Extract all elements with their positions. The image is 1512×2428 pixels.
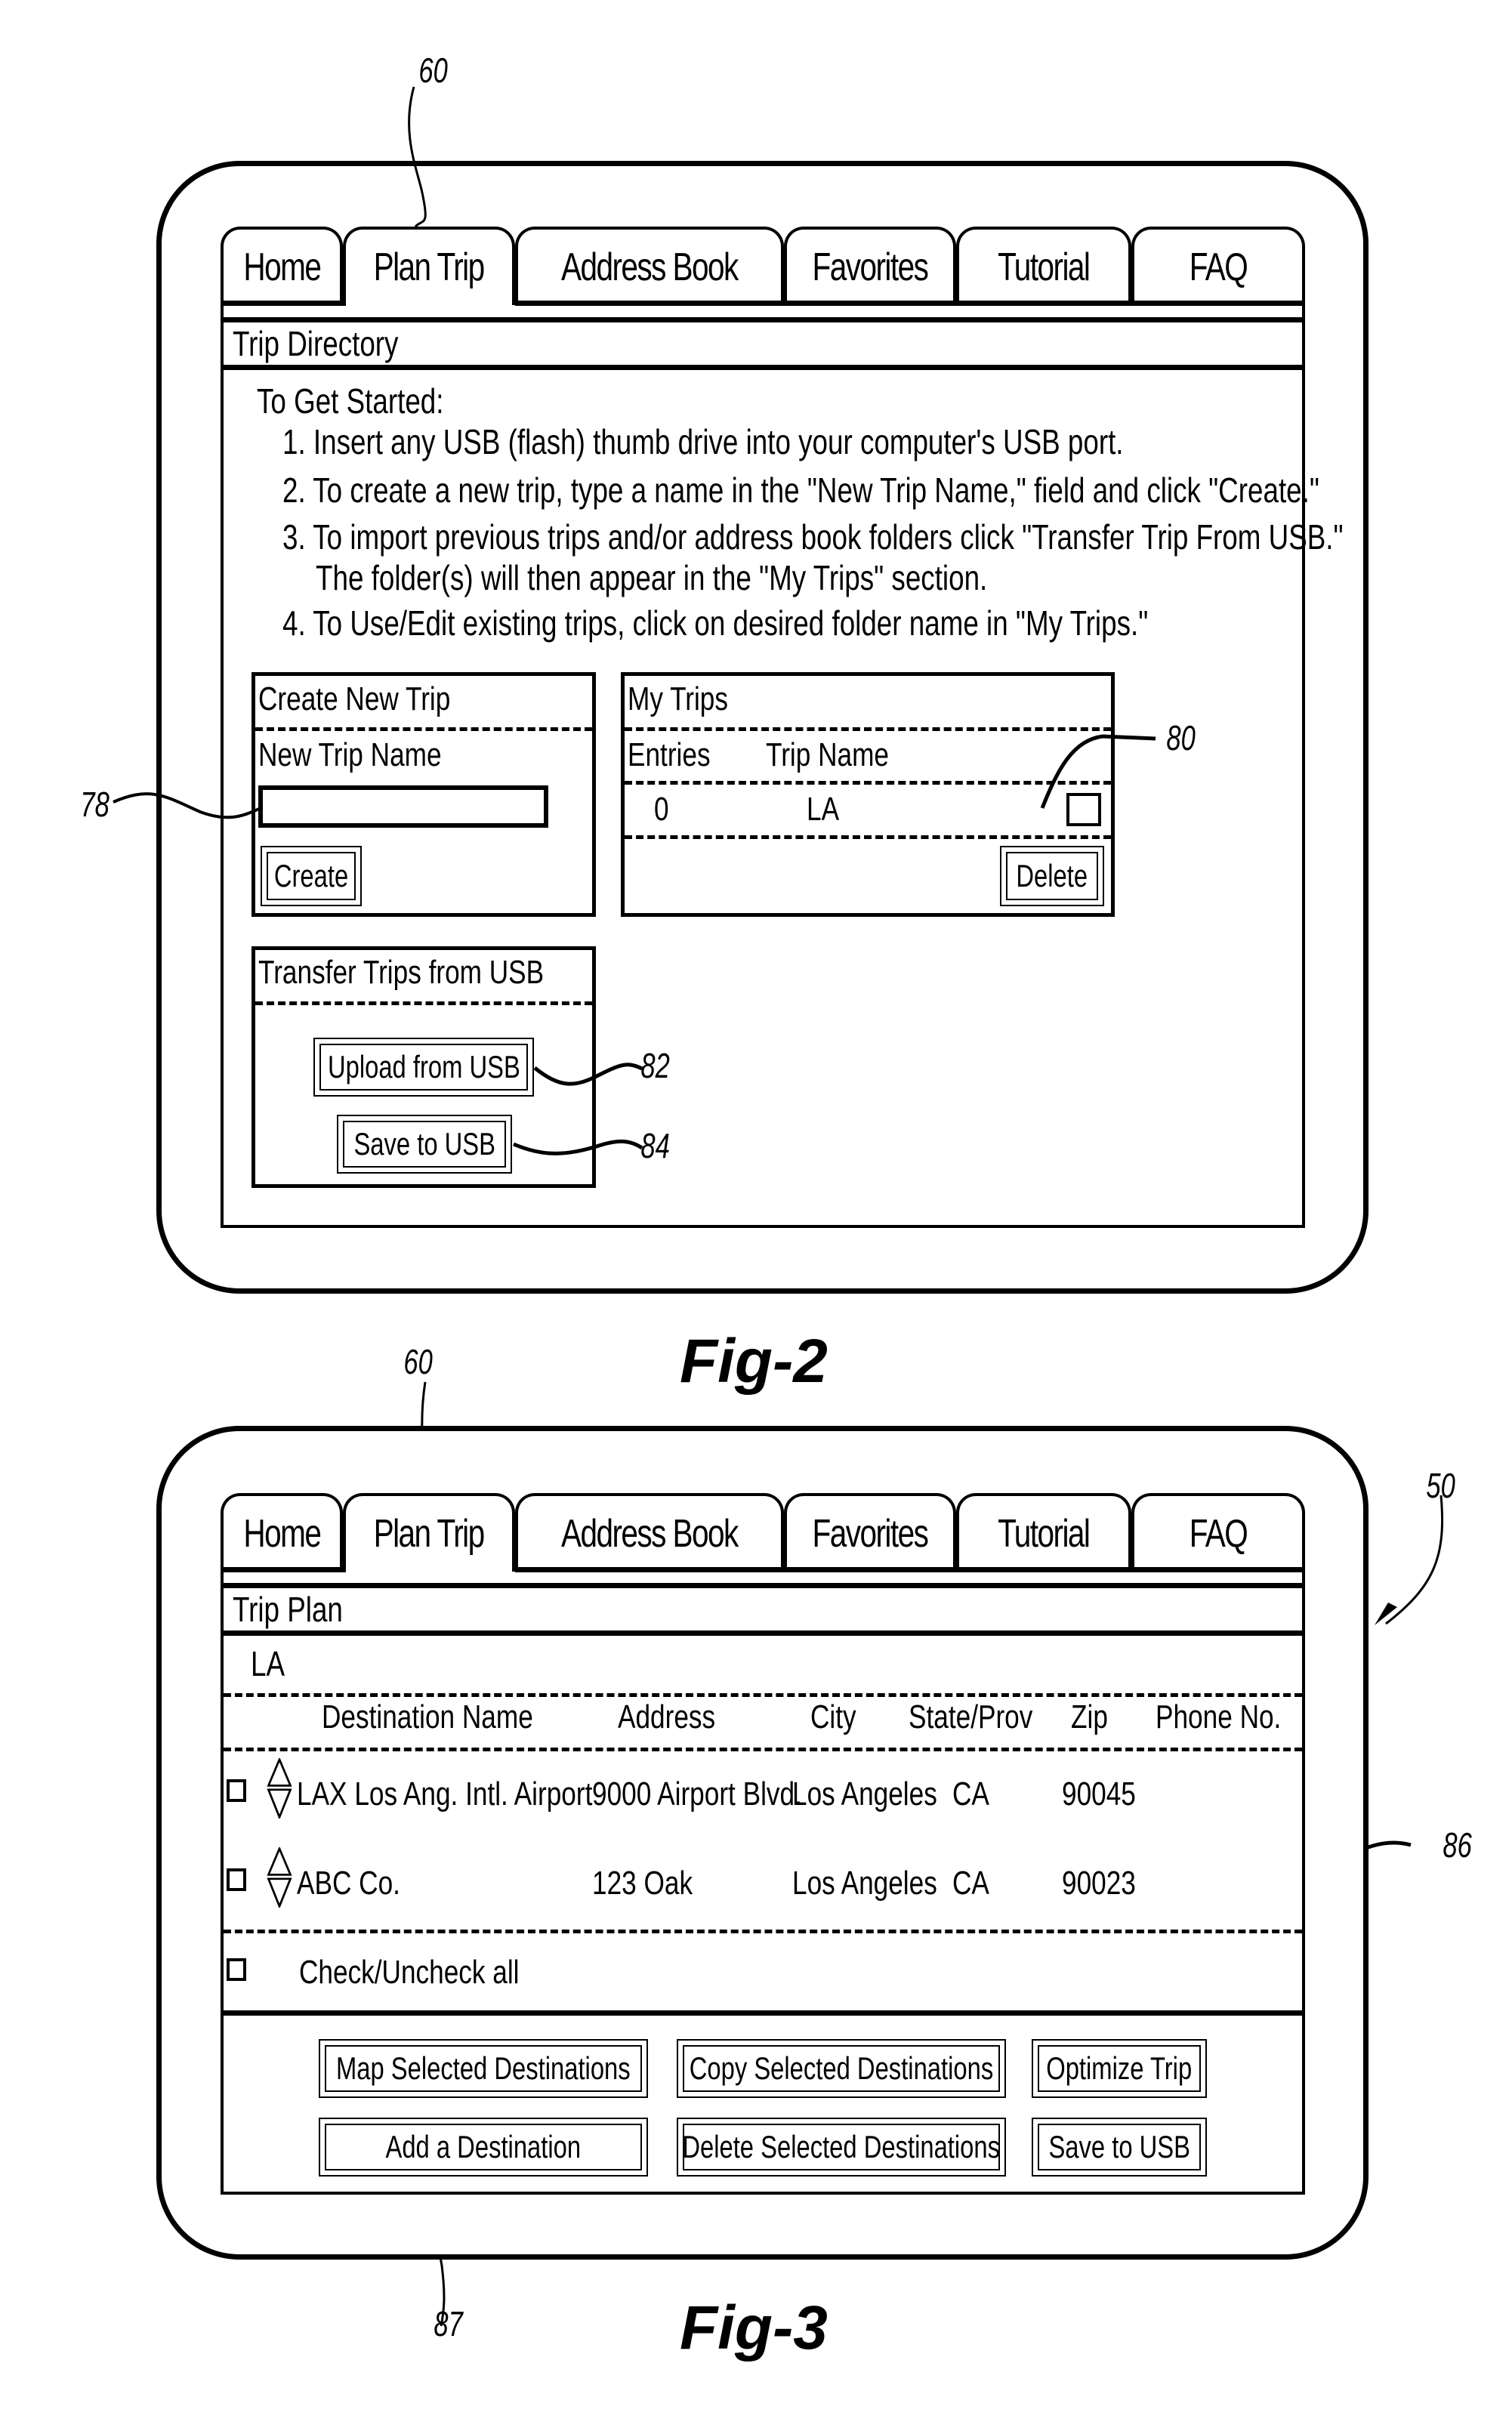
divider [625,727,1111,731]
divider [255,727,592,731]
fig2-tab-bar: Home Plan Trip Address Book Favorites Tu… [221,227,1305,305]
tab-faq[interactable]: FAQ [1131,1493,1305,1572]
column-header-state: State/Prov [909,1698,1033,1735]
row-checkbox[interactable] [227,1779,246,1802]
instruction-step: 1. Insert any USB (flash) thumb drive in… [282,422,1124,461]
destination-address: 123 Oak [592,1865,693,1902]
divider [224,1748,1302,1751]
map-selected-destinations-button[interactable]: Map Selected Destinations [319,2039,648,2098]
destination-city: Los Angeles [792,1775,937,1813]
instruction-step: 2. To create a new trip, type a name in … [282,470,1319,510]
fig3-tab-bar: Home Plan Trip Address Book Favorites Tu… [221,1493,1305,1572]
ref-numeral-84: 84 [640,1126,670,1165]
destination-zip: 90045 [1062,1775,1136,1813]
ref-numeral-82: 82 [640,1046,670,1085]
instruction-step: 4. To Use/Edit existing trips, click on … [282,603,1149,643]
column-header-city: City [810,1698,856,1735]
figure-label: Fig-2 [680,1327,828,1396]
tab-favorites[interactable]: Favorites [784,1493,956,1572]
ref-numeral-78: 78 [80,785,110,824]
destination-city: Los Angeles [792,1865,937,1902]
check-all-label: Check/Uncheck all [299,1954,520,1991]
tab-underline [221,1567,346,1572]
section-title: Trip Directory [233,324,399,363]
column-header-address: Address [618,1698,716,1735]
ref-numeral-80: 80 [1166,718,1196,757]
tab-underline [515,301,1305,306]
divider [625,781,1111,785]
ref-numeral-60: 60 [418,51,448,90]
ref-numeral-60: 60 [403,1342,433,1381]
divider [224,1693,1302,1697]
transfer-trips-title: Transfer Trips from USB [258,954,545,991]
trip-entries-count: 0 [654,791,669,828]
divider [255,1001,592,1005]
ref-numeral-87: 87 [434,2304,463,2343]
instruction-step: The folder(s) will then appear in the "M… [316,558,988,597]
tab-home[interactable]: Home [221,227,343,305]
tab-plan-trip[interactable]: Plan Trip [343,227,515,305]
fig3-section-bar [221,1583,1305,1636]
tab-faq[interactable]: FAQ [1131,227,1305,305]
tab-address-book[interactable]: Address Book [515,1493,784,1572]
trip-name: LA [251,1644,285,1683]
ref-numeral-50: 50 [1426,1466,1455,1505]
save-to-usb-button[interactable]: Save to USB [1032,2118,1207,2177]
divider-solid [221,2010,1305,2016]
tab-plan-trip[interactable]: Plan Trip [343,1493,515,1572]
column-header-phone: Phone No. [1156,1698,1282,1735]
tab-tutorial[interactable]: Tutorial [956,227,1131,305]
create-new-trip-title: Create New Trip [258,680,451,717]
column-header-entries: Entries [628,736,711,773]
my-trips-title: My Trips [628,680,728,717]
column-header-trip-name: Trip Name [766,736,889,773]
tab-address-book[interactable]: Address Book [515,227,784,305]
column-header-zip: Zip [1071,1698,1108,1735]
row-checkbox[interactable] [227,1868,246,1891]
add-destination-button[interactable]: Add a Destination [319,2118,648,2177]
column-header-destination-name: Destination Name [322,1698,533,1735]
destination-state: CA [952,1775,989,1813]
optimize-trip-button[interactable]: Optimize Trip [1032,2039,1207,2098]
check-all-checkbox[interactable] [227,1958,246,1981]
tab-home[interactable]: Home [221,1493,343,1572]
create-button[interactable]: Create [261,846,362,906]
tab-underline [515,1567,1305,1572]
instructions-heading: To Get Started: [257,381,444,421]
delete-button[interactable]: Delete [1000,846,1104,906]
destination-zip: 90023 [1062,1865,1136,1902]
tab-tutorial[interactable]: Tutorial [956,1493,1131,1572]
sort-up-down-icon[interactable] [264,1758,295,1819]
tab-favorites[interactable]: Favorites [784,227,956,305]
ref-numeral-86: 86 [1443,1825,1472,1865]
new-trip-name-label: New Trip Name [258,736,442,773]
delete-selected-destinations-button[interactable]: Delete Selected Destinations [677,2118,1006,2177]
new-trip-name-input[interactable] [258,785,548,828]
trip-select-checkbox[interactable] [1066,793,1101,826]
destination-name: ABC Co. [297,1865,400,1902]
destination-state: CA [952,1865,989,1902]
copy-selected-destinations-button[interactable]: Copy Selected Destinations [677,2039,1006,2098]
sort-up-down-icon[interactable] [264,1847,295,1908]
divider [224,1930,1302,1933]
trip-name-link[interactable]: LA [807,793,847,826]
figure-label: Fig-3 [680,2294,828,2362]
section-title: Trip Plan [233,1590,343,1629]
save-to-usb-button[interactable]: Save to USB [337,1115,512,1174]
tab-underline [221,301,346,306]
instruction-step: 3. To import previous trips and/or addre… [282,517,1344,557]
divider [625,835,1111,839]
upload-from-usb-button[interactable]: Upload from USB [313,1038,534,1097]
